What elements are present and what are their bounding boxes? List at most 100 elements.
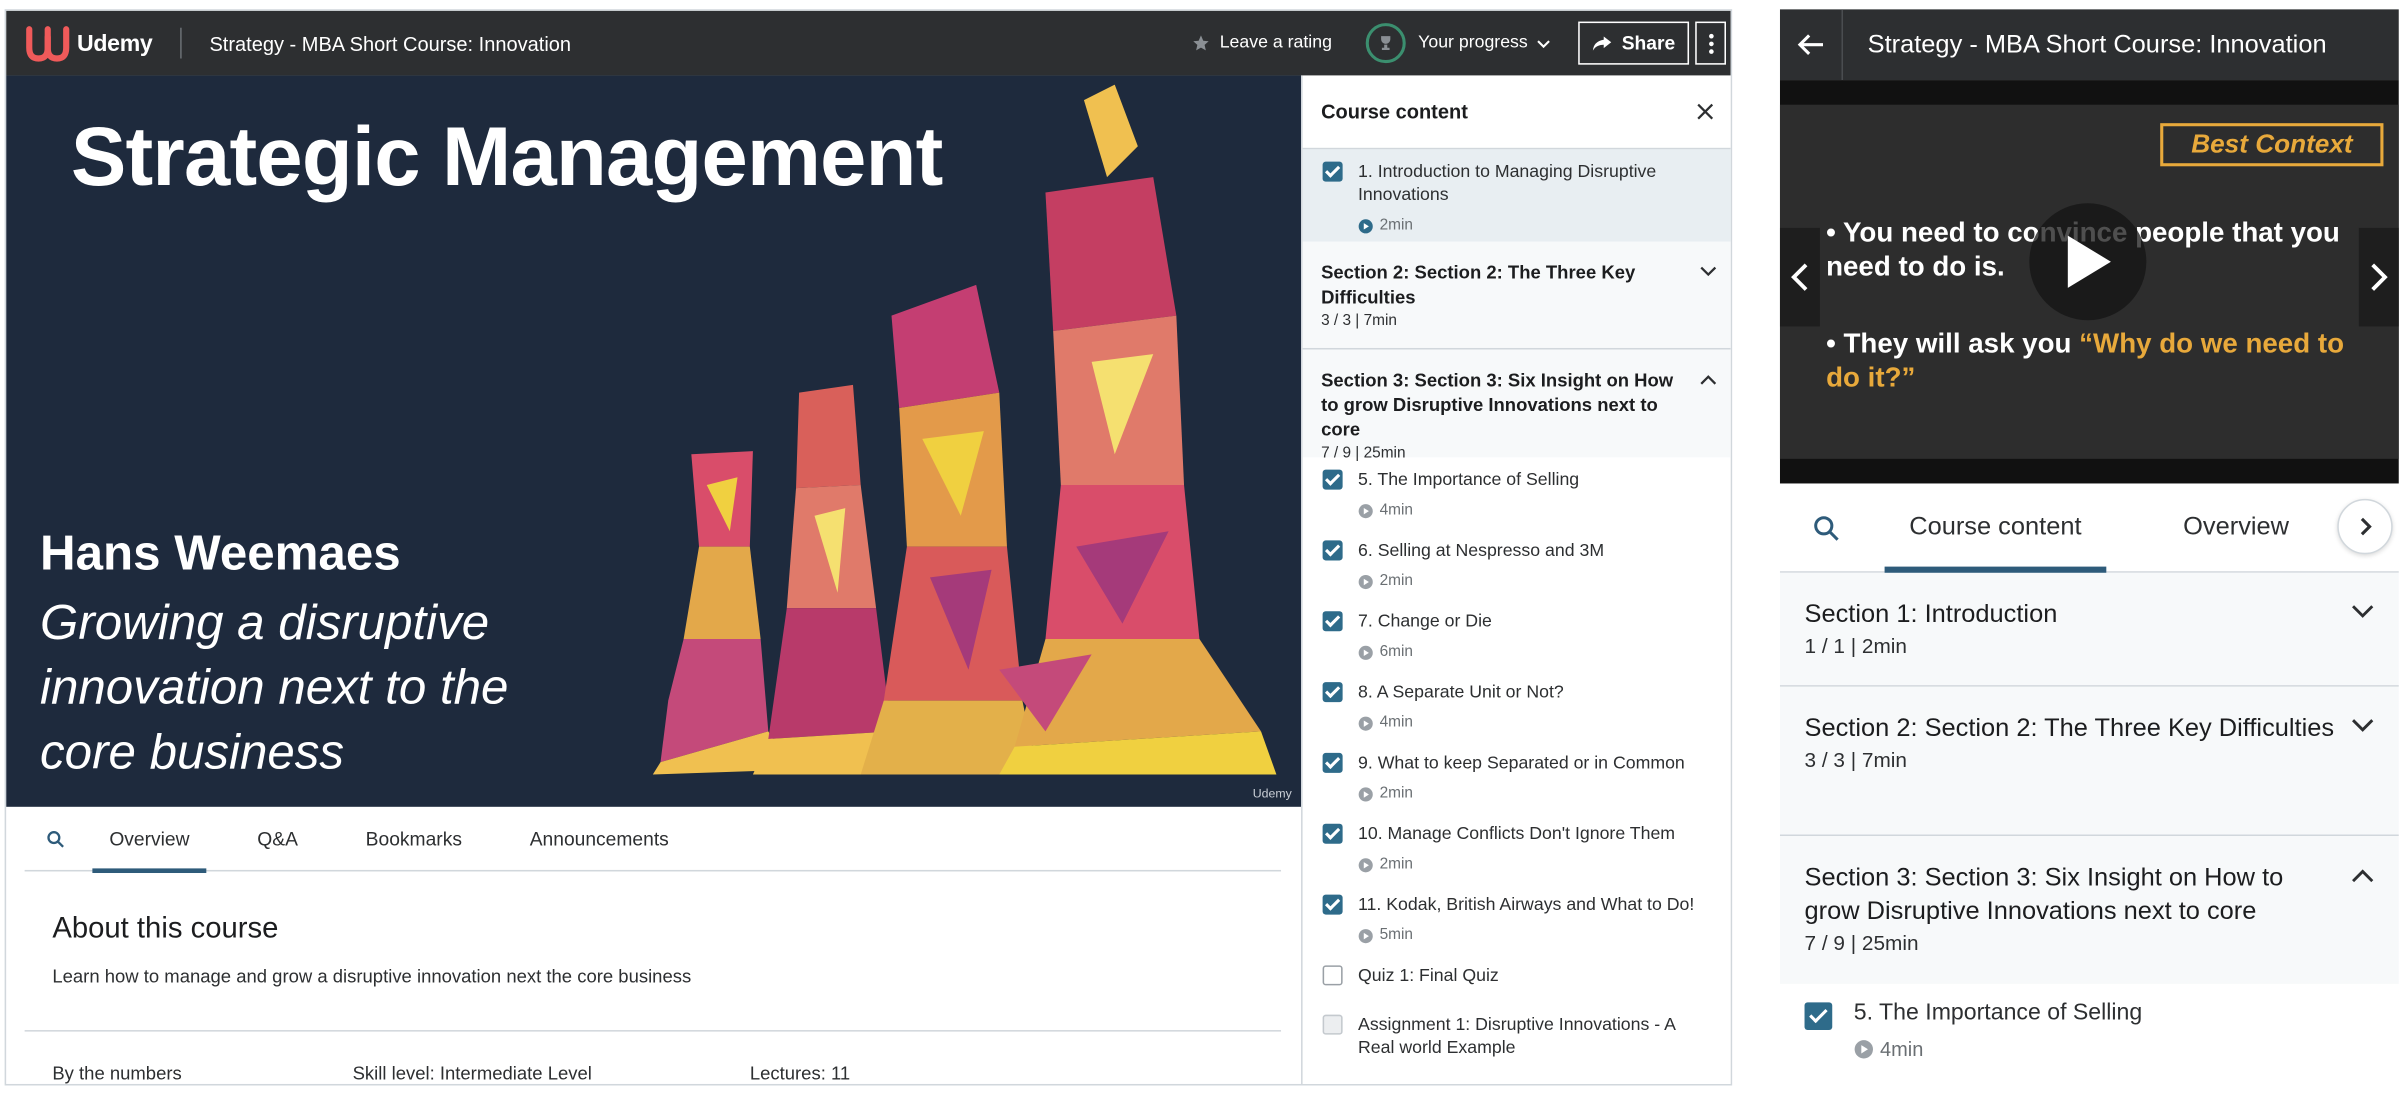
slide-bullet: • They will ask you “Why do we need to d… bbox=[1826, 327, 2345, 393]
video-subtitle: Growing a disruptive innovation next to … bbox=[40, 594, 509, 780]
play-circle-icon bbox=[1358, 503, 1373, 518]
top-bar: Udemy Strategy - MBA Short Course: Innov… bbox=[6, 10, 1731, 76]
lesson-title: 6. Selling at Nespresso and 3M bbox=[1358, 541, 1605, 561]
lesson-title: 9. What to keep Separated or in Common bbox=[1358, 754, 1685, 773]
progress-label: Your progress bbox=[1418, 33, 1528, 53]
video-presenter: Hans Weemaes bbox=[40, 525, 401, 581]
play-button[interactable] bbox=[2029, 203, 2147, 321]
leave-rating-button[interactable]: Leave a rating bbox=[1192, 34, 1332, 52]
mobile-player: Strategy - MBA Short Course: Innovation … bbox=[1779, 9, 2399, 1086]
close-icon[interactable] bbox=[1697, 103, 1714, 120]
lesson-title: 7. Change or Die bbox=[1358, 612, 1492, 632]
search-tab[interactable] bbox=[1780, 483, 1872, 572]
section-meta: 7 / 9 | 25min bbox=[1804, 931, 1919, 955]
lesson-item[interactable]: 10. Manage Conflicts Don't Ignore Them 2… bbox=[1303, 811, 1731, 882]
search-icon bbox=[47, 830, 64, 847]
chevron-down-icon bbox=[1537, 39, 1551, 48]
section-header[interactable]: Section 1: Introduction 1 / 1 | 2min bbox=[1779, 572, 2399, 687]
lesson-title: 5. The Importance of Selling bbox=[1358, 471, 1580, 490]
share-button[interactable]: Share bbox=[1578, 21, 1690, 65]
lesson-item[interactable]: 5. The Importance of Selling 4min bbox=[1303, 457, 1731, 528]
lesson-duration: 4min bbox=[1879, 1037, 1924, 1061]
share-icon bbox=[1593, 36, 1612, 51]
video-player[interactable]: Strategic Management Hans Weemaes Growin… bbox=[6, 75, 1302, 807]
assignment-title: Assignment 1: Disruptive Innovations - A… bbox=[1358, 1016, 1675, 1058]
tab-announcements[interactable]: Announcements bbox=[513, 806, 686, 871]
section-header[interactable]: Section 2: Section 2: The Three Key Diff… bbox=[1779, 686, 2399, 837]
progress-button[interactable]: Your progress bbox=[1365, 23, 1551, 64]
checkbox-checked[interactable] bbox=[1804, 1002, 1833, 1031]
search-tab[interactable] bbox=[25, 806, 80, 871]
video-watermark: Udemy bbox=[1252, 786, 1292, 801]
checkbox-checked[interactable] bbox=[1322, 823, 1343, 844]
checkbox-checked[interactable] bbox=[1322, 469, 1343, 490]
tab-overview[interactable]: Overview bbox=[2159, 483, 2314, 572]
checkbox-unchecked[interactable] bbox=[1322, 965, 1343, 986]
play-circle-icon bbox=[1358, 715, 1373, 730]
lecture-count: Lectures: 11 bbox=[749, 1062, 851, 1084]
dot-icon bbox=[1708, 33, 1713, 38]
checkbox-checked[interactable] bbox=[1322, 894, 1343, 915]
sidebar-header: Course content bbox=[1302, 75, 1731, 150]
brand-name: Udemy bbox=[76, 30, 153, 57]
chevron-right-icon bbox=[2371, 263, 2388, 291]
lesson-item[interactable]: 8. A Separate Unit or Not? 4min bbox=[1303, 670, 1731, 741]
assignment-item[interactable]: Assignment 1: Disruptive Innovations - A… bbox=[1303, 1002, 1731, 1070]
lesson-item[interactable]: 9. What to keep Separated or in Common 2… bbox=[1303, 741, 1731, 812]
play-circle-icon bbox=[1358, 645, 1373, 660]
back-button[interactable] bbox=[1780, 9, 1842, 80]
arrow-left-icon bbox=[1797, 34, 1824, 55]
section-header[interactable]: Section 3: Section 3: Six Insight on How… bbox=[1302, 349, 1731, 462]
section-header[interactable]: Section 3: Section 3: Six Insight on How… bbox=[1779, 836, 2399, 984]
chess-pieces-illustration bbox=[652, 84, 1277, 775]
chevron-right-icon bbox=[2360, 517, 2372, 536]
lesson-duration: 2min bbox=[1379, 856, 1413, 874]
next-button[interactable] bbox=[2358, 227, 2399, 327]
section-meta: 3 / 3 | 7min bbox=[1804, 748, 1907, 772]
dot-icon bbox=[1708, 40, 1713, 46]
checkbox-checked[interactable] bbox=[1322, 611, 1343, 632]
checkbox-checked[interactable] bbox=[1322, 752, 1343, 773]
tabs-next-button[interactable] bbox=[2337, 498, 2393, 555]
chevron-up-icon bbox=[1700, 375, 1717, 385]
tab-bookmarks[interactable]: Bookmarks bbox=[349, 806, 479, 871]
lesson-title: 11. Kodak, British Airways and What to D… bbox=[1358, 896, 1695, 915]
previous-button[interactable] bbox=[1779, 227, 1820, 327]
slide-badge: Best Context bbox=[2160, 123, 2384, 167]
divider bbox=[180, 27, 182, 59]
chevron-down-icon bbox=[2352, 719, 2374, 732]
course-tabs: Overview Q&A Bookmarks Announcements bbox=[24, 806, 1282, 873]
lesson-item[interactable]: 1. Introduction to Managing Disruptive I… bbox=[1302, 149, 1731, 242]
lesson-item[interactable]: 6. Selling at Nespresso and 3M 2min bbox=[1303, 528, 1731, 599]
section-title: Section 2: Section 2: The Three Key Diff… bbox=[1804, 714, 2335, 743]
chevron-down-icon bbox=[2352, 605, 2374, 618]
tab-course-content[interactable]: Course content bbox=[1884, 483, 2107, 574]
desktop-player: Udemy Strategy - MBA Short Course: Innov… bbox=[4, 9, 1733, 1086]
lesson-item[interactable]: 11. Kodak, British Airways and What to D… bbox=[1303, 882, 1731, 953]
section-title: Section 3: Section 3: Six Insight on How… bbox=[1321, 369, 1674, 441]
lesson-item[interactable]: 7. Change or Die 6min bbox=[1303, 599, 1731, 670]
checkbox-checked[interactable] bbox=[1322, 540, 1343, 561]
lesson-duration: 5min bbox=[1379, 926, 1413, 944]
play-icon bbox=[2067, 235, 2111, 288]
divider bbox=[1841, 9, 1844, 81]
checkbox-checked[interactable] bbox=[1322, 682, 1343, 703]
checkbox-checked[interactable] bbox=[1322, 161, 1343, 182]
play-circle-icon bbox=[1358, 928, 1373, 943]
divider bbox=[24, 1030, 1282, 1032]
mobile-tabs: Course content Overview bbox=[1779, 483, 2399, 574]
udemy-logo[interactable]: Udemy bbox=[25, 11, 153, 76]
lesson-duration: 2min bbox=[1379, 785, 1413, 803]
numbers-label: By the numbers bbox=[52, 1062, 182, 1084]
lesson-duration: 4min bbox=[1379, 501, 1413, 519]
course-title[interactable]: Strategy - MBA Short Course: Innovation bbox=[209, 32, 571, 55]
section-header[interactable]: Section 2: Section 2: The Three Key Diff… bbox=[1302, 241, 1731, 350]
lesson-item[interactable]: 5. The Importance of Selling 4min bbox=[1780, 984, 2399, 1079]
more-options-button[interactable] bbox=[1695, 21, 1727, 65]
leave-rating-label: Leave a rating bbox=[1219, 33, 1332, 53]
tab-qa[interactable]: Q&A bbox=[240, 806, 315, 871]
tab-overview[interactable]: Overview bbox=[92, 806, 207, 873]
lesson-title: 8. A Separate Unit or Not? bbox=[1358, 683, 1564, 703]
mobile-video-player[interactable]: Best Context • You need to convince peop… bbox=[1779, 80, 2399, 484]
quiz-item[interactable]: Quiz 1: Final Quiz bbox=[1303, 953, 1731, 1002]
